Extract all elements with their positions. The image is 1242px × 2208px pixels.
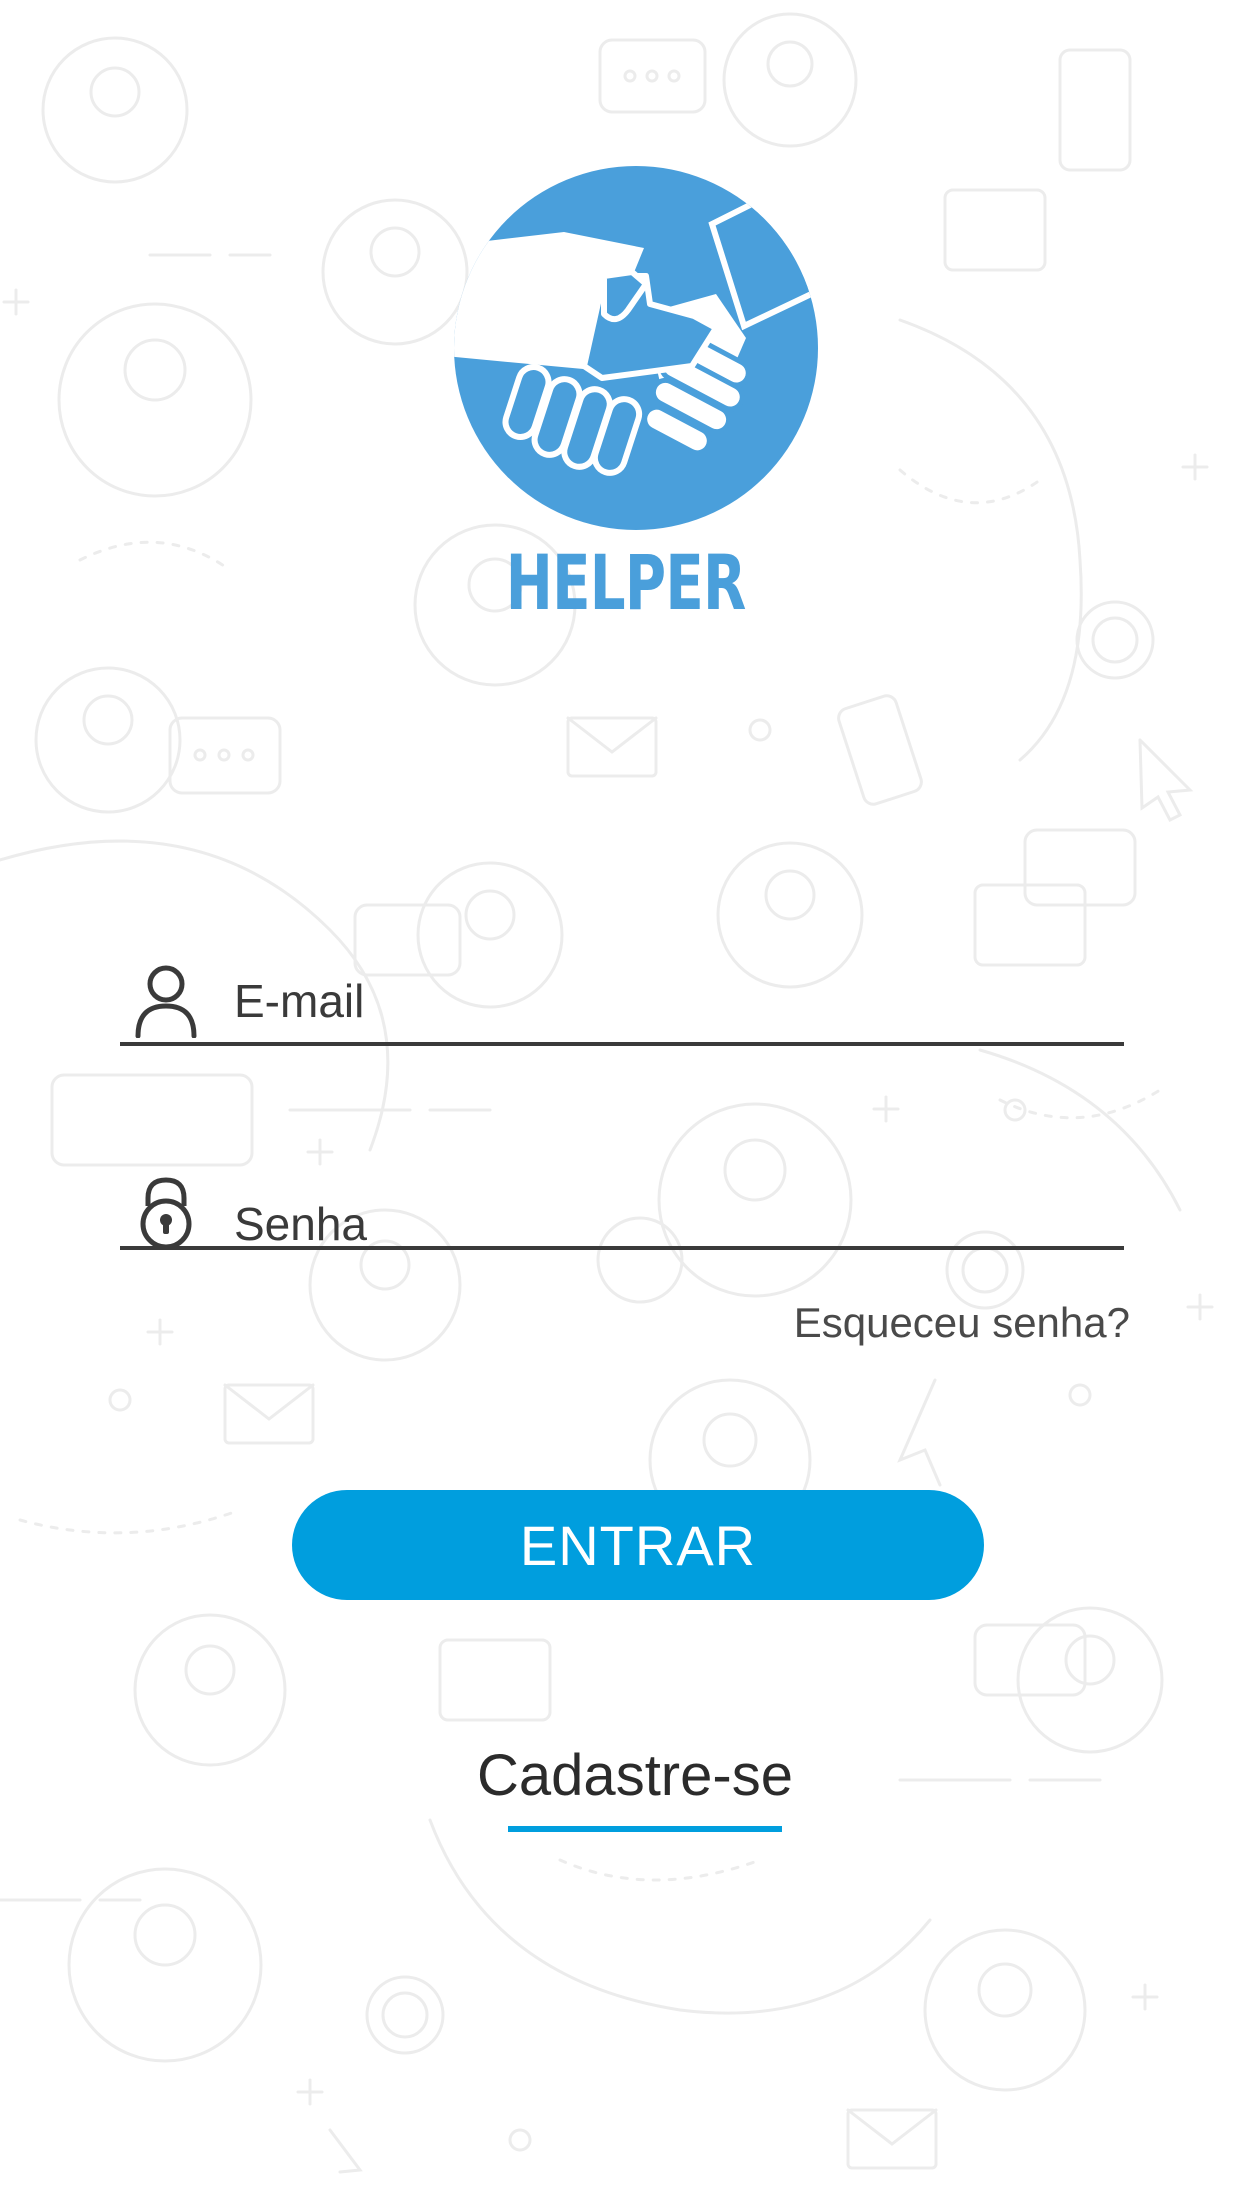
email-underline — [120, 1042, 1124, 1046]
signup-underline — [508, 1826, 782, 1832]
email-field[interactable] — [120, 938, 1124, 1046]
password-field[interactable] — [120, 1162, 1124, 1270]
handshake-icon — [454, 166, 818, 530]
email-input[interactable] — [234, 971, 1104, 1031]
login-screen: HELPER Esqueceu senha? ENTRAR Cadastre-s… — [0, 0, 1242, 2208]
lock-icon — [140, 1177, 192, 1250]
signup-link[interactable]: Cadastre-se — [0, 1740, 1242, 1832]
password-underline — [120, 1246, 1124, 1250]
forgot-password-link[interactable]: Esqueceu senha? — [794, 1296, 1130, 1350]
password-input[interactable] — [234, 1194, 1104, 1254]
brand-name: HELPER — [505, 538, 747, 627]
login-button[interactable]: ENTRAR — [292, 1490, 984, 1600]
signup-label: Cadastre-se — [477, 1743, 793, 1808]
user-icon — [135, 965, 197, 1038]
